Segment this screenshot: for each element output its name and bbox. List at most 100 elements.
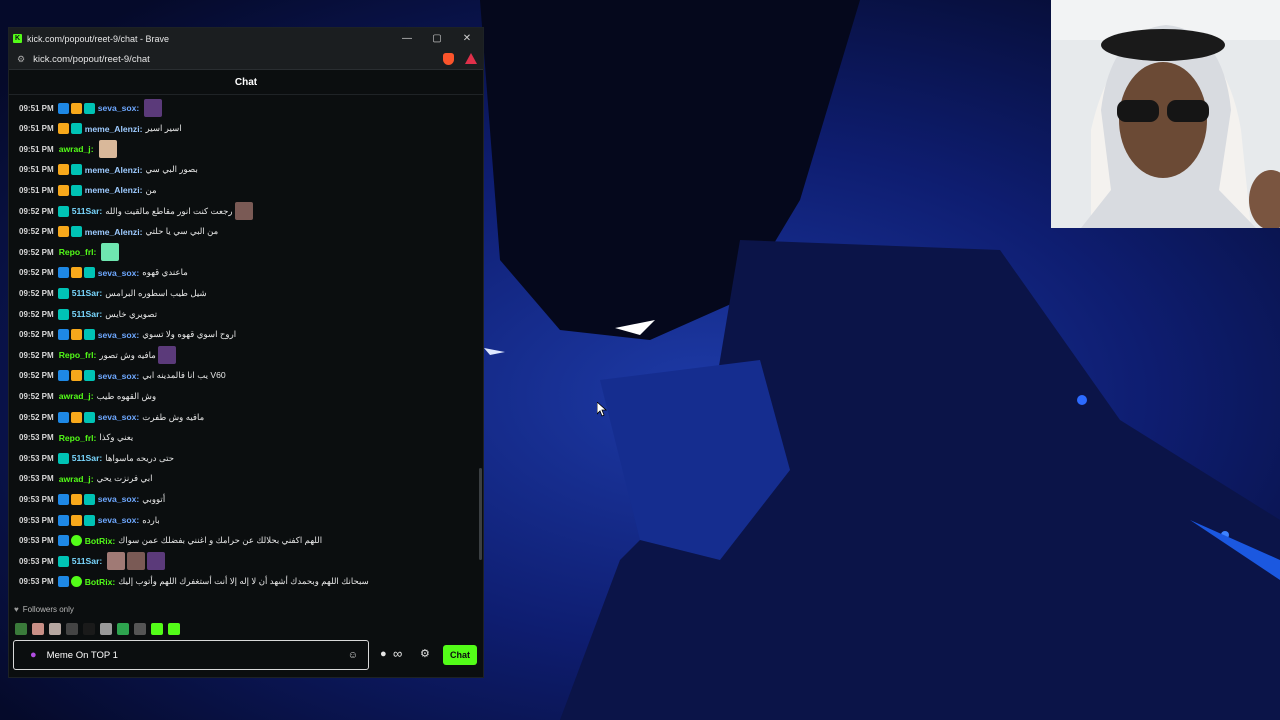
address-url[interactable]: kick.com/popout/reet-9/chat (33, 54, 150, 65)
infinity-icon[interactable]: ∞ (393, 646, 402, 661)
quick-emote-7[interactable] (117, 623, 129, 635)
quick-emote-9[interactable] (151, 623, 163, 635)
address-bar[interactable]: ⚙ kick.com/popout/reet-9/chat (9, 49, 483, 70)
crown-badge-icon (70, 370, 82, 382)
message-username[interactable]: 511Sar (72, 453, 100, 463)
message-timestamp: 09:53 PM (19, 494, 54, 504)
message-username[interactable]: meme_Alenzi (85, 185, 140, 195)
quick-emote-2[interactable] (32, 623, 44, 635)
message-timestamp: 09:53 PM (19, 515, 54, 525)
crown-badge-icon (70, 493, 82, 505)
message-username[interactable]: seva_sox (98, 494, 137, 504)
sub-badge-icon (83, 370, 95, 382)
message-username[interactable]: BotRix (85, 577, 113, 587)
crown-badge-icon (57, 226, 69, 238)
message-username[interactable]: meme_Alenzi (85, 227, 140, 237)
quick-emote-1[interactable] (15, 623, 27, 635)
message-username[interactable]: Repo_frl (59, 247, 94, 257)
message-timestamp: 09:53 PM (19, 536, 54, 546)
chat-message: 09:52 PM Repo_frl: (19, 243, 120, 262)
maximize-button[interactable]: ▢ (422, 28, 452, 49)
message-timestamp: 09:52 PM (19, 412, 54, 422)
chat-message: 09:53 PM Repo_frl: يعني وكذا (19, 429, 133, 447)
chat-scrollbar[interactable] (479, 468, 482, 560)
username-separator: : (90, 144, 94, 155)
username-separator: : (93, 350, 97, 361)
message-username[interactable]: seva_sox (98, 371, 137, 381)
message-username[interactable]: 511Sar (72, 309, 100, 319)
message-username[interactable]: 511Sar (72, 288, 100, 298)
minimize-button[interactable]: — (392, 28, 422, 49)
chat-message-list[interactable]: 09:51 PM seva_sox: 09:51 PM meme_Alenzi: اسي… (9, 94, 483, 604)
message-username[interactable]: 511Sar (72, 206, 100, 216)
username-separator: : (139, 226, 143, 237)
message-username[interactable]: 511Sar (72, 556, 100, 566)
chat-message: 09:51 PM meme_Alenzi: اسير اسير (19, 120, 182, 138)
username-separator: : (93, 247, 97, 258)
message-username[interactable]: seva_sox (98, 103, 137, 113)
brave-rewards-icon[interactable] (465, 53, 477, 64)
brave-shields-icon[interactable] (443, 53, 454, 65)
username-separator: : (99, 288, 103, 299)
username-separator: : (139, 164, 143, 175)
message-text: سبحانك اللهم وبحمدك أشهد أن لا إله إلا أ… (118, 576, 369, 587)
quick-emote-4[interactable] (66, 623, 78, 635)
chat-emote[interactable] (107, 552, 126, 571)
message-timestamp: 09:52 PM (19, 247, 54, 257)
chat-emote[interactable] (234, 202, 253, 220)
message-username[interactable]: seva_sox (98, 412, 137, 422)
message-username[interactable]: Repo_frl (59, 350, 94, 360)
microphone-icon[interactable]: ● (30, 649, 37, 661)
chat-message: 09:53 PM awrad_j: ابي فرنزت يحي (19, 470, 152, 488)
chat-emote[interactable] (98, 140, 117, 159)
message-timestamp: 09:52 PM (19, 309, 54, 319)
mod-badge-icon (57, 370, 69, 382)
chat-message: 09:53 PM seva_sox: بارده (19, 511, 160, 529)
send-chat-button[interactable]: Chat (443, 645, 477, 665)
message-username[interactable]: BotRix (85, 536, 113, 546)
quick-emote-8[interactable] (134, 623, 146, 635)
sub-badge-icon (83, 102, 95, 114)
username-separator: : (136, 515, 140, 525)
chat-message: 09:51 PM seva_sox: (19, 99, 163, 117)
chat-message: 09:52 PM seva_sox: مافيه وش طفرت (19, 408, 204, 426)
close-button[interactable]: ✕ (452, 28, 482, 49)
chat-emote[interactable] (147, 552, 166, 571)
message-username[interactable]: seva_sox (98, 515, 137, 525)
message-username[interactable]: seva_sox (98, 330, 137, 340)
message-text: وش القهوه طيب (96, 390, 157, 401)
chat-settings-gear-icon[interactable]: ⚙ (420, 647, 430, 660)
username-separator: : (90, 391, 94, 402)
username-separator: : (99, 309, 103, 319)
message-username[interactable]: awrad_j (59, 391, 91, 401)
chat-message: 09:52 PM seva_sox: اروح اسوي قهوه ولا تسوي (19, 326, 236, 344)
message-username[interactable]: awrad_j (59, 474, 91, 484)
quick-emote-5[interactable] (83, 623, 95, 635)
chat-emote[interactable] (144, 99, 163, 117)
chat-emote[interactable] (157, 346, 176, 365)
chat-message-input[interactable]: ● Meme On TOP 1 ☺ (13, 640, 369, 670)
crown-badge-icon (70, 102, 82, 114)
message-username[interactable]: awrad_j (59, 144, 91, 154)
message-username[interactable]: meme_Alenzi (85, 165, 140, 175)
followers-only-notice: ♥ Followers only (14, 605, 74, 614)
quick-emote-10[interactable] (168, 623, 180, 635)
emote-menu-icon[interactable]: ● (380, 648, 387, 660)
message-text: بصور البي سي (145, 164, 198, 175)
quick-emote-3[interactable] (49, 623, 61, 635)
username-separator: : (93, 432, 97, 443)
chat-emote[interactable] (101, 243, 120, 262)
sub-badge-icon (70, 184, 82, 196)
message-text: من البي سي يا حلتي (145, 226, 219, 237)
site-info-icon[interactable]: ⚙ (17, 54, 25, 65)
chat-message: 09:52 PM Repo_frl: مافيه وش تصور (19, 346, 176, 365)
chat-emote[interactable] (127, 552, 146, 571)
message-username[interactable]: Repo_frl (59, 433, 94, 443)
message-username[interactable]: seva_sox (98, 268, 137, 278)
sub-badge-icon (83, 493, 95, 505)
message-username[interactable]: meme_Alenzi (85, 124, 140, 134)
emoji-picker-icon[interactable]: ☺ (348, 650, 358, 661)
message-timestamp: 09:52 PM (19, 206, 54, 216)
quick-emote-6[interactable] (100, 623, 112, 635)
chat-input-value[interactable]: Meme On TOP 1 (47, 650, 118, 661)
